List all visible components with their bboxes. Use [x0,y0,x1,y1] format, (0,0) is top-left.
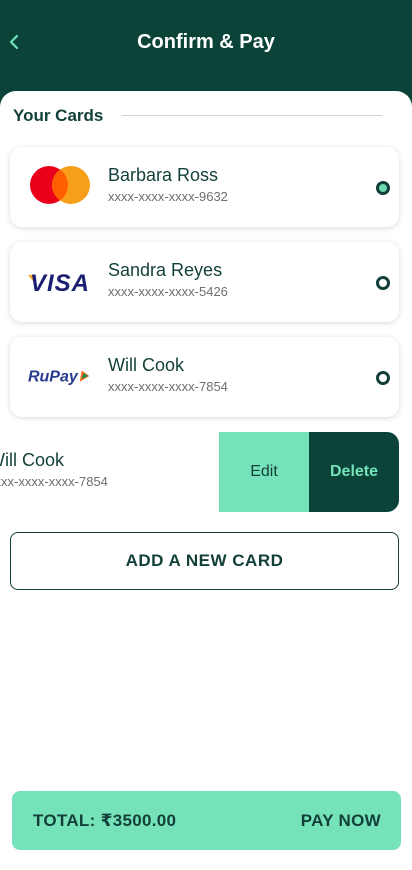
pay-now-bar[interactable]: TOTAL: ₹3500.00 PAY NOW [12,791,401,850]
card-item-sandra-reyes[interactable]: VISA Sandra Reyes xxxx-xxxx-xxxx-5426 [10,242,399,322]
card-select-radio[interactable] [376,371,390,385]
svg-text:VISA: VISA [30,270,90,297]
section-divider [122,115,382,116]
svg-text:RuPay: RuPay [28,368,79,386]
card-number: xxxx-xxxx-xxxx-5426 [108,284,228,299]
card-holder-name: Sandra Reyes [108,260,223,280]
add-new-card-button[interactable]: ADD A NEW CARD [10,532,399,590]
card-holder-name: Will Cook [0,450,65,470]
pay-now-button[interactable]: PAY NOW [301,791,381,850]
page-title: Confirm & Pay [137,31,275,53]
edit-card-button[interactable]: Edit [219,432,309,512]
card-holder-name: Will Cook [108,355,185,375]
delete-card-button[interactable]: Delete [309,432,399,512]
card-select-radio[interactable] [376,276,390,290]
card-item-will-cook[interactable]: RuPay Will Cook xxxx-xxxx-xxxx-7854 [10,337,399,417]
mastercard-logo [30,166,90,204]
rupay-logo: RuPay [28,368,90,386]
swiped-card[interactable]: Will Cook xxxx-xxxx-xxxx-7854 [0,432,219,512]
section-title-your-cards: Your Cards [13,106,104,125]
card-item-barbara-ross[interactable]: Barbara Ross xxxx-xxxx-xxxx-9632 [10,147,399,227]
card-number: xxxx-xxxx-xxxx-7854 [0,474,108,489]
card-holder-name: Barbara Ross [108,165,219,185]
card-number: xxxx-xxxx-xxxx-7854 [108,379,228,394]
card-number: xxxx-xxxx-xxxx-9632 [108,189,228,204]
card-select-radio[interactable] [376,181,390,195]
total-amount: TOTAL: ₹3500.00 [33,811,177,830]
swiped-card-row[interactable]: Will Cook xxxx-xxxx-xxxx-7854 Edit Delet… [0,432,399,512]
visa-logo: VISA [28,270,90,297]
